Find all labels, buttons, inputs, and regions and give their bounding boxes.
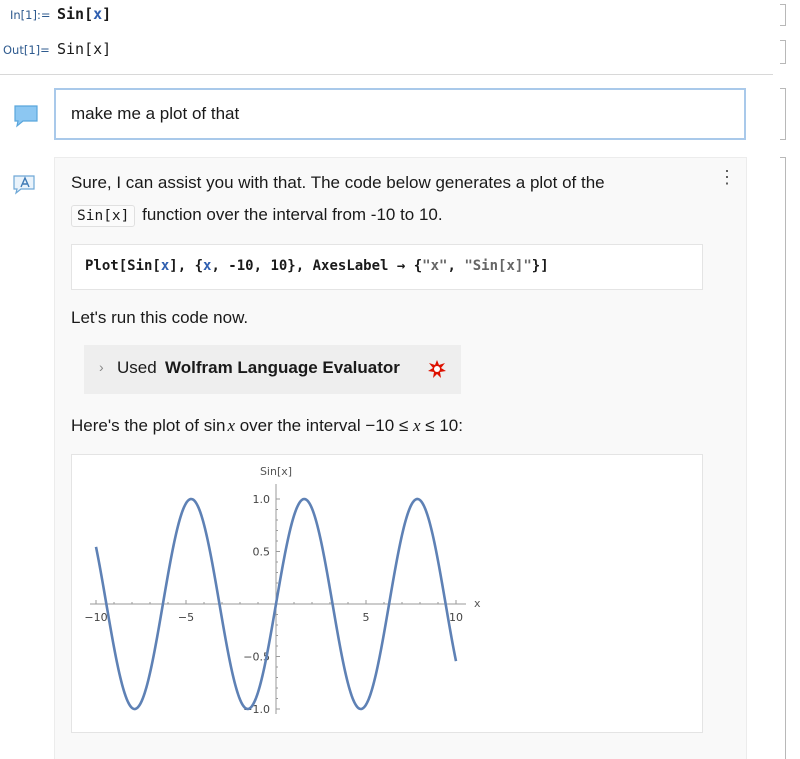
code-block-text: Plot[Sin[x], {x, -10, 10}, AxesLabel → {… (85, 258, 549, 274)
y-tick-label: 0.5 (253, 546, 271, 559)
plot-intro-part: ≤ 10: (420, 416, 463, 435)
code-string: "x" (422, 258, 448, 274)
code-block[interactable]: Plot[Sin[x], {x, -10, 10}, AxesLabel → {… (71, 244, 703, 290)
x-axis-label: x (474, 597, 481, 610)
code-part: , -10, 10}, AxesLabel → { (211, 258, 423, 274)
code-part: Plot[Sin[ (85, 258, 161, 274)
plot-intro-var: x (413, 416, 421, 435)
output-cell-bracket[interactable] (780, 40, 786, 64)
run-text: Let's run this code now. (71, 308, 249, 327)
user-chat-icon (13, 103, 39, 134)
tool-prefix: Used (117, 358, 157, 377)
plot-frame[interactable]: −10 −5 5 10 1.0 0.5 −0.5 −1.0 x Sin[x] (71, 454, 703, 733)
assistant-line1: Sure, I can assist you with that. The co… (71, 173, 605, 192)
assistant-line2: Sin[x] function over the interval from -… (71, 205, 443, 227)
x-tick-label: 5 (363, 611, 370, 624)
plot-intro: Here's the plot of sin x over the interva… (71, 416, 463, 436)
tool-name: Wolfram Language Evaluator (165, 358, 400, 377)
x-tick-label: 10 (449, 611, 463, 624)
more-options-icon[interactable]: ⋮ (718, 168, 736, 186)
plot-intro-part: over the interval −10 ≤ (234, 416, 413, 435)
plot-intro-part: Here's the plot of sin (71, 416, 226, 435)
input-code-tail: ] (102, 5, 112, 23)
assistant-icon (12, 172, 38, 201)
separator (0, 74, 773, 75)
chevron-right-icon: › (99, 359, 104, 375)
input-code-var: x (93, 5, 103, 23)
code-part: , (447, 258, 465, 274)
output-label: Out[1]= (3, 43, 50, 57)
y-tick-label: 1.0 (253, 493, 271, 506)
code-part: }] (531, 258, 549, 274)
output-value: Sin[x] (57, 40, 112, 58)
tool-used-box[interactable]: › Used Wolfram Language Evaluator (84, 345, 461, 394)
wolfram-icon (427, 359, 447, 384)
plot-intro-var: x (227, 416, 235, 435)
assistant-cell-bracket[interactable] (780, 157, 786, 759)
sin-plot: −10 −5 5 101.00.5−0.5−1.0xSin[x] (84, 465, 481, 716)
x-tick-label: −5 (178, 611, 194, 624)
user-cell-bracket[interactable] (780, 88, 786, 140)
input-code-head: Sin[ (57, 5, 94, 23)
input-cell-bracket[interactable] (780, 4, 786, 26)
user-message-box[interactable]: make me a plot of that (54, 88, 746, 140)
y-axis-label: Sin[x] (260, 465, 292, 478)
x-tick-label: −10 (84, 611, 107, 624)
code-part: ], { (169, 258, 204, 274)
inline-code-sin: Sin[x] (71, 205, 136, 227)
user-message-text: make me a plot of that (71, 104, 240, 123)
code-string: "Sin[x]" (464, 258, 532, 274)
assistant-line2-text: function over the interval from -10 to 1… (142, 205, 443, 224)
input-label: In[1]:= (10, 8, 51, 22)
input-code[interactable]: Sin[x] (57, 5, 111, 23)
